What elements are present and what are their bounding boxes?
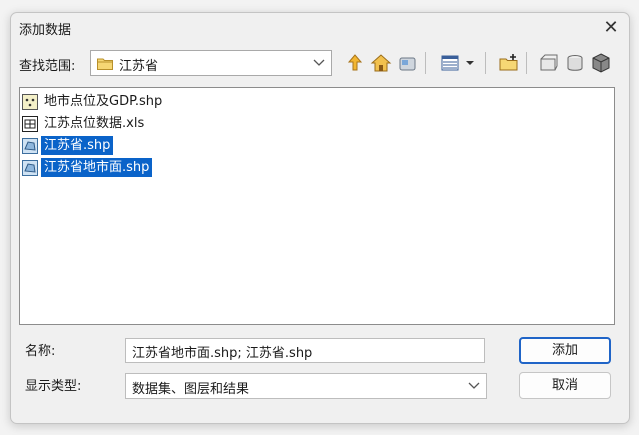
close-icon: ✕: [603, 17, 619, 38]
add-data-dialog: 添加数据 ✕ 查找范围: 江苏省 地市点位及GDP.shp 江苏点位数据.xls…: [10, 12, 630, 424]
view-options-button[interactable]: [439, 52, 461, 74]
home-icon: [370, 54, 392, 72]
title-bar: 添加数据 ✕: [11, 13, 629, 43]
add-folder-icon: [540, 54, 558, 71]
file-name: 江苏省.shp: [41, 136, 114, 155]
view-options-icon: [441, 55, 459, 71]
show-type-dropdown[interactable]: 数据集、图层和结果: [125, 373, 487, 399]
point-shapefile-icon: [22, 94, 38, 110]
caret-down-icon: [466, 61, 474, 65]
toolbar-separator: [526, 52, 527, 74]
look-in-label: 查找范围:: [19, 59, 76, 74]
new-folder-icon: [499, 54, 518, 71]
file-name: 江苏点位数据.xls: [44, 116, 145, 131]
connect-folder-icon: [399, 57, 416, 71]
folder-icon: [97, 58, 113, 70]
table-file-icon: [22, 116, 38, 132]
file-name: 地市点位及GDP.shp: [44, 94, 163, 109]
add-button[interactable]: 添加: [519, 337, 611, 364]
polygon-shapefile-icon: [22, 160, 38, 176]
show-type-value: 数据集、图层和结果: [132, 382, 250, 397]
up-one-level-icon: [347, 54, 363, 71]
cancel-button[interactable]: 取消: [519, 372, 611, 399]
catalog-icon: [567, 55, 583, 71]
home-button[interactable]: [370, 52, 392, 74]
toolbar-separator: [485, 52, 486, 74]
up-one-level-button[interactable]: [344, 52, 366, 74]
toolbox-icon: [592, 53, 610, 73]
close-button[interactable]: ✕: [597, 15, 625, 41]
look-in-value: 江苏省: [119, 59, 159, 74]
add-folder-button[interactable]: [538, 52, 560, 74]
name-field[interactable]: 江苏省地市面.shp; 江苏省.shp: [125, 338, 485, 363]
dialog-title: 添加数据: [19, 23, 72, 38]
look-in-dropdown[interactable]: 江苏省: [90, 50, 332, 76]
chevron-down-icon: [313, 59, 325, 66]
show-type-label: 显示类型:: [25, 379, 82, 394]
name-label: 名称:: [25, 344, 56, 359]
file-name: 江苏省地市面.shp: [41, 158, 153, 177]
file-list[interactable]: 地市点位及GDP.shp 江苏点位数据.xls 江苏省.shp 江苏省地市面.s…: [19, 87, 615, 325]
toolbar-separator: [425, 52, 426, 74]
connect-folder-button[interactable]: [397, 52, 419, 74]
catalog-button[interactable]: [564, 52, 586, 74]
view-dropdown-button[interactable]: [463, 52, 477, 74]
polygon-shapefile-icon: [22, 138, 38, 154]
new-folder-button[interactable]: [498, 52, 520, 74]
toolbox-button[interactable]: [590, 52, 612, 74]
chevron-down-icon: [468, 382, 480, 389]
